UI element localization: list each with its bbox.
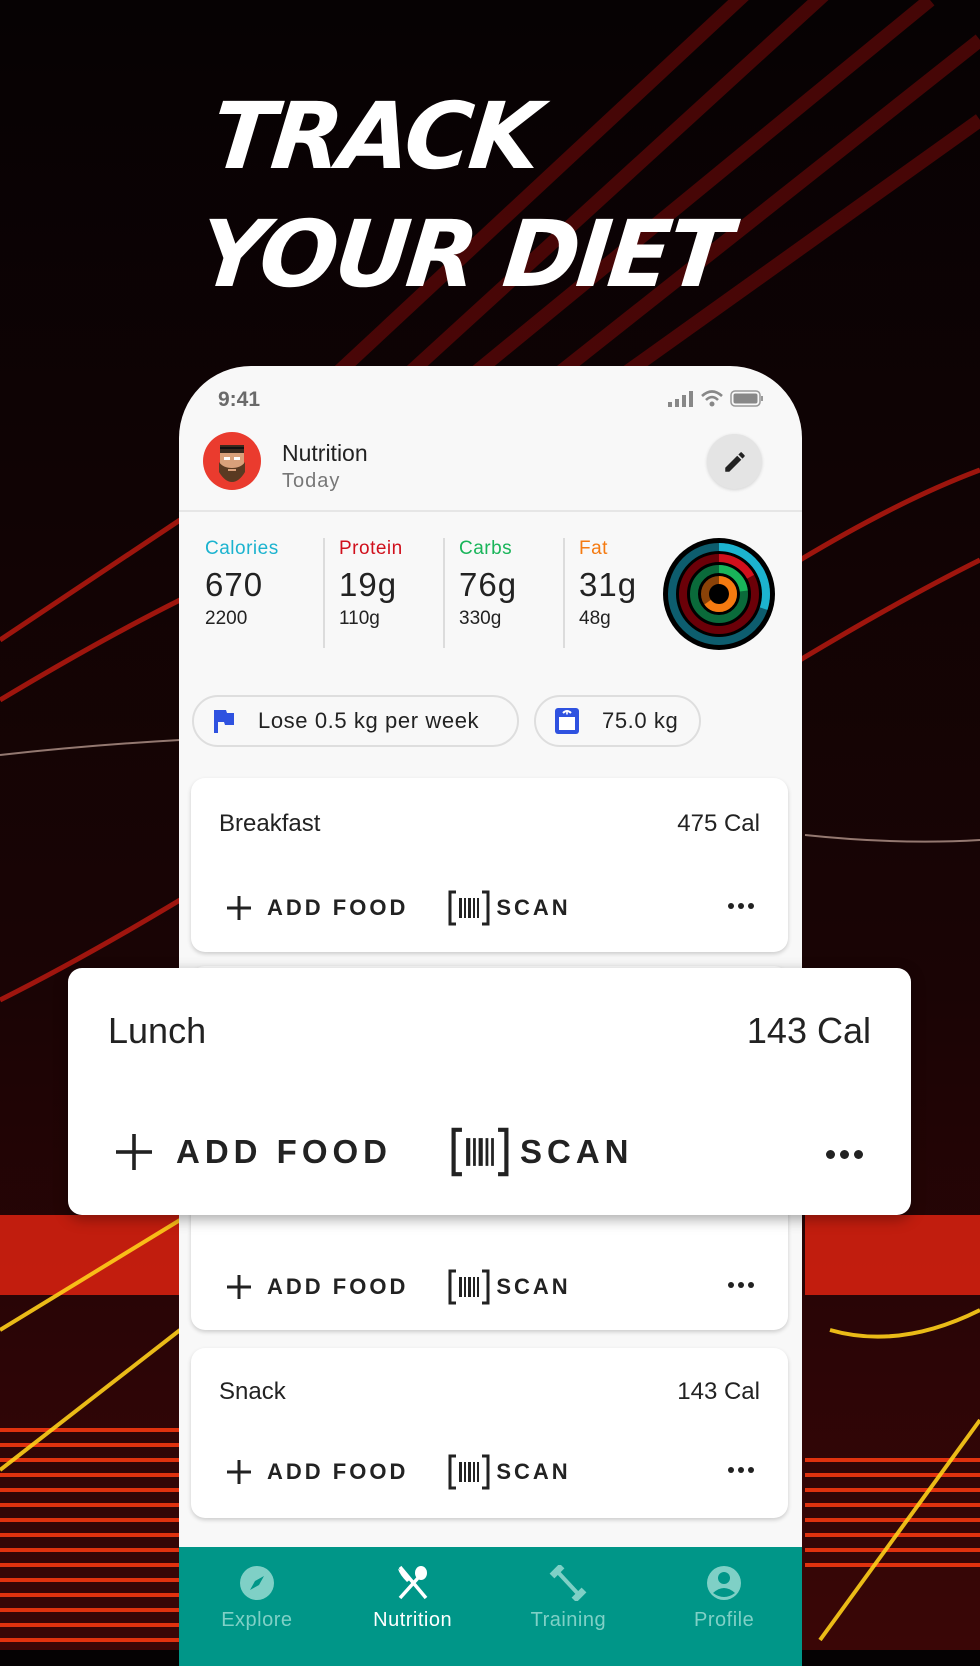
stat-label: Carbs [459,538,513,559]
status-icons [668,390,764,407]
scale-icon [555,708,579,734]
add-food-button[interactable]: ADD FOOD [227,895,408,921]
meal-calories: 143 Cal [677,1378,760,1405]
meal-card-lunch: Lunch 143 Cal ADD FOOD SCAN [68,968,911,1215]
app-header: Nutrition Today [179,406,802,512]
more-options-button[interactable] [728,1282,754,1288]
weight-chip-label: 75.0 kg [602,708,679,733]
meal-card-snack: Snack 143 Cal ADD FOOD SCAN [191,1348,788,1518]
plus-icon [227,1460,251,1484]
bottom-navigation: Explore Nutrition Training Profile [179,1547,802,1666]
barcode-scan-icon [448,890,490,926]
barcode-scan-icon [448,1269,490,1305]
bearded-man-avatar-icon [219,445,245,482]
meal-actions: ADD FOOD SCAN [116,1127,634,1177]
stat-goal: 2200 [205,608,248,629]
stat-protein: Protein 19g 110g [323,538,443,648]
add-food-button[interactable]: ADD FOOD [227,1274,408,1300]
scan-label: SCAN [520,1133,634,1170]
meal-name: Lunch [108,1010,207,1051]
page-subtitle: Today [282,470,341,492]
goal-chip[interactable]: Lose 0.5 kg per week [192,695,519,747]
page-title: Nutrition [282,440,368,466]
nav-item-explore[interactable]: Explore [179,1547,335,1666]
plus-icon [227,896,251,920]
avatar[interactable] [203,432,261,490]
plus-icon [116,1134,152,1170]
macro-progress-rings[interactable] [661,536,777,652]
stat-calories: Calories 670 2200 [205,538,323,648]
scan-label: SCAN [496,1274,571,1299]
edit-button[interactable] [707,434,762,489]
nav-label: Nutrition [373,1609,453,1631]
headline-line-2: YOUR DIET [194,201,734,308]
barcode-scan-icon [448,1454,490,1490]
more-options-button[interactable] [728,903,754,909]
dumbbell-icon [549,1565,587,1601]
add-food-label: ADD FOOD [267,1274,409,1299]
meal-card-breakfast: Breakfast 475 Cal ADD FOOD SCAN [191,778,788,952]
meal-actions: ADD FOOD SCAN [227,1269,571,1305]
wifi-icon [701,390,723,407]
goal-chip-label: Lose 0.5 kg per week [258,708,480,733]
meal-calories: 143 Cal [746,1010,871,1051]
macro-stats: Calories 670 2200 Protein 19g 110g Carbs… [205,538,683,648]
plus-icon [227,1275,251,1299]
scan-button[interactable]: SCAN [448,1269,570,1305]
meal-actions: ADD FOOD SCAN [227,1454,571,1490]
barcode-scan-icon [451,1127,509,1177]
stat-value: 670 [205,566,264,603]
more-options-button[interactable] [826,1150,863,1159]
headline: TRACK YOUR DIET [194,78,747,314]
meal-actions: ADD FOOD SCAN [227,890,571,926]
pencil-icon [724,451,745,472]
nav-item-nutrition[interactable]: Nutrition [335,1547,491,1666]
stat-label: Protein [339,538,403,559]
stat-carbs: Carbs 76g 330g [443,538,563,648]
nav-item-training[interactable]: Training [491,1547,647,1666]
add-food-label: ADD FOOD [176,1133,392,1170]
ring-center [714,589,724,599]
headline-line-1: TRACK [206,83,544,190]
add-food-button[interactable]: ADD FOOD [227,1459,408,1485]
nav-label: Profile [694,1609,755,1631]
meal-name: Breakfast [219,810,321,837]
add-food-label: ADD FOOD [267,1459,409,1484]
account-icon [707,1566,742,1600]
scan-label: SCAN [496,1459,571,1484]
fork-spoon-icon [397,1565,427,1600]
meal-name: Snack [219,1378,286,1405]
scan-button[interactable]: SCAN [450,1127,634,1177]
meal-calories: 475 Cal [677,810,760,837]
signal-icon [668,390,693,407]
add-food-button[interactable]: ADD FOOD [116,1133,392,1171]
stat-goal: 110g [339,608,380,629]
nav-item-profile[interactable]: Profile [646,1547,802,1666]
flag-icon [214,710,234,733]
scan-button[interactable]: SCAN [448,890,570,926]
weight-chip[interactable]: 75.0 kg [534,695,701,747]
compass-icon [239,1566,274,1600]
more-options-button[interactable] [728,1467,754,1473]
stat-value: 76g [459,566,518,603]
stat-value: 19g [339,566,398,603]
battery-icon [730,390,763,407]
scan-button[interactable]: SCAN [448,1454,570,1490]
stat-goal: 330g [459,608,502,629]
nav-label: Explore [221,1609,293,1631]
nav-label: Training [530,1609,607,1631]
stat-label: Calories [205,538,279,559]
add-food-label: ADD FOOD [267,895,409,920]
scan-label: SCAN [496,895,571,920]
